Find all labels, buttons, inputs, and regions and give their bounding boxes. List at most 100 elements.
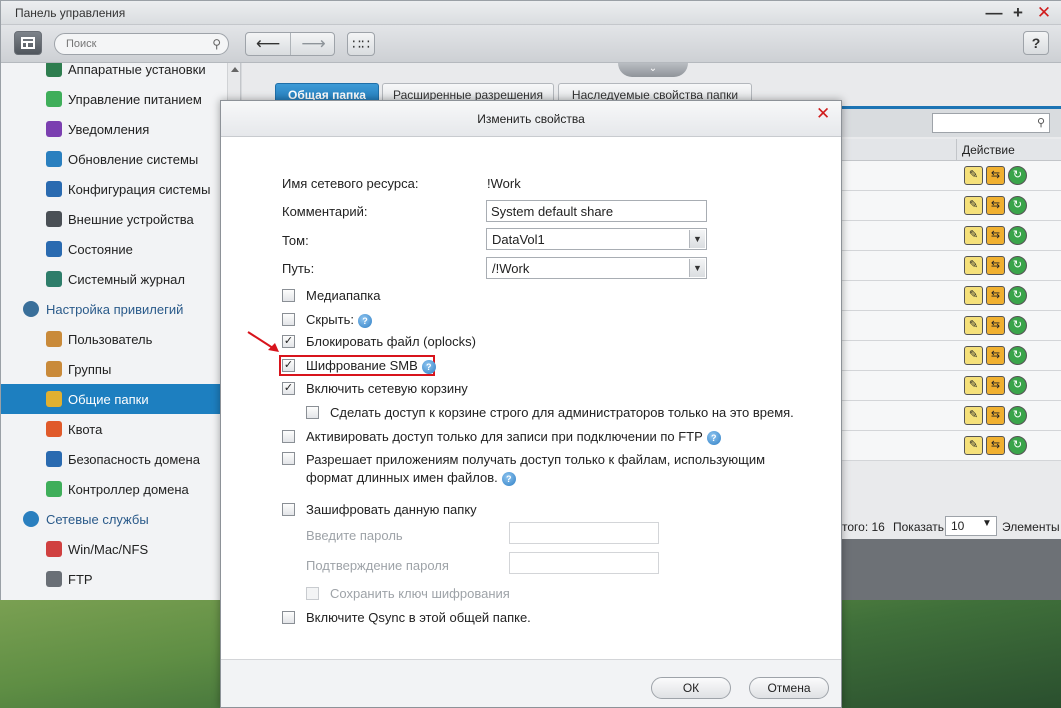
table-row[interactable]: ✎ ⇆ ↻	[842, 281, 1061, 311]
refresh-icon[interactable]: ↻	[1008, 436, 1027, 455]
path-value: /!Work	[492, 261, 530, 276]
permissions-icon[interactable]: ⇆	[986, 346, 1005, 365]
table-row[interactable]: ✎ ⇆ ↻	[842, 161, 1061, 191]
cancel-button[interactable]: Отмена	[749, 677, 829, 699]
edit-icon[interactable]: ✎	[964, 376, 983, 395]
sidebar-item[interactable]: Обновление системы	[1, 144, 227, 174]
table-row[interactable]: ✎ ⇆ ↻	[842, 251, 1061, 281]
sidebar-item[interactable]: Общие папки	[1, 384, 221, 414]
edit-icon[interactable]: ✎	[964, 166, 983, 185]
sidebar-item[interactable]: Настройка привилегий	[1, 294, 227, 324]
filter-search-input[interactable]: ⚲	[932, 113, 1050, 133]
confirm-password-field[interactable]	[509, 552, 659, 574]
help-icon[interactable]: ?	[358, 313, 372, 328]
maximize-button[interactable]: +	[1009, 3, 1027, 23]
media-folder-checkbox[interactable]	[282, 289, 295, 302]
smb-encryption-checkbox[interactable]: ✓	[282, 359, 295, 372]
permissions-icon[interactable]: ⇆	[986, 286, 1005, 305]
chevron-down-icon: ▼	[689, 230, 705, 248]
path-select[interactable]: /!Work ▼	[486, 257, 707, 279]
help-button[interactable]: ?	[1023, 31, 1049, 55]
sidebar-item[interactable]: Win/Mac/NFS	[1, 534, 227, 564]
refresh-icon[interactable]: ↻	[1008, 316, 1027, 335]
window-title: Панель управления	[15, 6, 126, 20]
save-key-checkbox[interactable]	[306, 587, 319, 600]
permissions-icon[interactable]: ⇆	[986, 256, 1005, 275]
refresh-icon[interactable]: ↻	[1008, 346, 1027, 365]
sidebar-item[interactable]: Сетевые службы	[1, 504, 227, 534]
sidebar-item[interactable]: Безопасность домена	[1, 444, 227, 474]
refresh-icon[interactable]: ↻	[1008, 166, 1027, 185]
recycle-admin-checkbox[interactable]	[306, 406, 319, 419]
table-row[interactable]: ✎ ⇆ ↻	[842, 191, 1061, 221]
close-button[interactable]: ✕	[1035, 3, 1053, 23]
sidebar-item[interactable]: Аппаратные установки	[1, 63, 227, 84]
permissions-icon[interactable]: ⇆	[986, 166, 1005, 185]
long-names-checkbox[interactable]	[282, 452, 295, 465]
sidebar-item[interactable]: Пользователь	[1, 324, 227, 354]
qsync-checkbox[interactable]	[282, 611, 295, 624]
recycle-bin-checkbox[interactable]: ✓	[282, 382, 295, 395]
refresh-icon[interactable]: ↻	[1008, 196, 1027, 215]
refresh-icon[interactable]: ↻	[1008, 226, 1027, 245]
help-icon[interactable]: ?	[501, 471, 516, 486]
edit-icon[interactable]: ✎	[964, 226, 983, 245]
sidebar-item[interactable]: Конфигурация системы	[1, 174, 227, 204]
table-row[interactable]: ✎ ⇆ ↻	[842, 221, 1061, 251]
back-button[interactable]: ⟵	[246, 33, 291, 55]
refresh-icon[interactable]: ↻	[1008, 406, 1027, 425]
help-icon[interactable]: ?	[421, 359, 436, 374]
edit-icon[interactable]: ✎	[964, 406, 983, 425]
oplocks-checkbox[interactable]: ✓	[282, 335, 295, 348]
search-box[interactable]: ⚲	[54, 33, 229, 55]
permissions-icon[interactable]: ⇆	[986, 316, 1005, 335]
sidebar-item[interactable]: Группы	[1, 354, 227, 384]
hardware-icon	[46, 63, 62, 77]
help-icon[interactable]: ?	[706, 430, 721, 445]
edit-icon[interactable]: ✎	[964, 256, 983, 275]
sidebar-item[interactable]: Контроллер домена	[1, 474, 227, 504]
sidebar-item[interactable]: Состояние	[1, 234, 227, 264]
collapse-toggle[interactable]: ⌄	[618, 63, 688, 77]
sidebar-item[interactable]: Уведомления	[1, 114, 227, 144]
edit-icon[interactable]: ✎	[964, 436, 983, 455]
minimize-button[interactable]: —	[985, 3, 1003, 23]
table-row[interactable]: ✎ ⇆ ↻	[842, 341, 1061, 371]
permissions-icon[interactable]: ⇆	[986, 436, 1005, 455]
page-size-select[interactable]: 10 ▼	[945, 516, 997, 536]
edit-icon[interactable]: ✎	[964, 196, 983, 215]
ftp-write-only-checkbox[interactable]	[282, 430, 295, 443]
search-input[interactable]	[64, 37, 204, 51]
sidebar-item[interactable]: Квота	[1, 414, 227, 444]
hide-checkbox[interactable]	[282, 313, 295, 326]
edit-icon[interactable]: ✎	[964, 316, 983, 335]
sidebar-item[interactable]: Внешние устройства	[1, 204, 227, 234]
table-row[interactable]: ✎ ⇆ ↻	[842, 371, 1061, 401]
table-row[interactable]: ✎ ⇆ ↻	[842, 401, 1061, 431]
permissions-icon[interactable]: ⇆	[986, 196, 1005, 215]
scroll-up-icon[interactable]	[231, 67, 239, 72]
sidebar-item-label: Контроллер домена	[68, 482, 189, 497]
refresh-icon[interactable]: ↻	[1008, 256, 1027, 275]
ok-button[interactable]: ОК	[651, 677, 731, 699]
table-row[interactable]: ✎ ⇆ ↻	[842, 311, 1061, 341]
home-button[interactable]	[14, 31, 42, 55]
sidebar-item[interactable]: Управление питанием	[1, 84, 227, 114]
permissions-icon[interactable]: ⇆	[986, 406, 1005, 425]
edit-icon[interactable]: ✎	[964, 346, 983, 365]
refresh-icon[interactable]: ↻	[1008, 286, 1027, 305]
comment-field[interactable]	[486, 200, 707, 222]
permissions-icon[interactable]: ⇆	[986, 226, 1005, 245]
password-field[interactable]	[509, 522, 659, 544]
sidebar-item[interactable]: Системный журнал	[1, 264, 227, 294]
sidebar-item[interactable]: FTP	[1, 564, 227, 594]
refresh-icon[interactable]: ↻	[1008, 376, 1027, 395]
permissions-icon[interactable]: ⇆	[986, 376, 1005, 395]
forward-button[interactable]: ⟶	[291, 33, 336, 55]
table-row[interactable]: ✎ ⇆ ↻	[842, 431, 1061, 461]
encrypt-folder-checkbox[interactable]	[282, 503, 295, 516]
dialog-close-icon[interactable]: ✕	[816, 105, 830, 122]
volume-select[interactable]: DataVol1 ▼	[486, 228, 707, 250]
edit-icon[interactable]: ✎	[964, 286, 983, 305]
apps-grid-button[interactable]: ∷∷	[347, 32, 375, 56]
